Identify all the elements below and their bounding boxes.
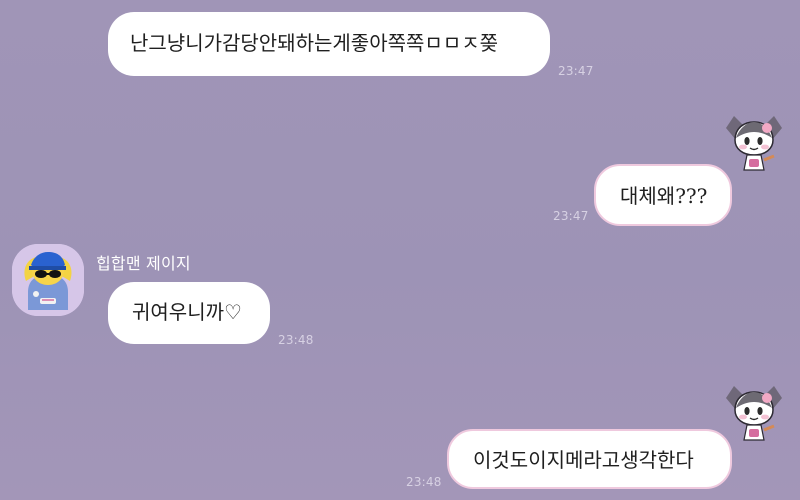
message-text-3: 귀여우니까♡ bbox=[132, 300, 242, 324]
message-bubble-4[interactable]: 이것도이지메라고생각한다 bbox=[447, 429, 732, 489]
message-bubble-3[interactable]: 귀여우니까♡ bbox=[108, 282, 270, 344]
kuromi-sticker-icon[interactable] bbox=[722, 380, 786, 444]
sender-name: 힙합맨 제이지 bbox=[96, 254, 191, 273]
avatar[interactable] bbox=[12, 244, 84, 316]
kuromi-sticker-icon[interactable] bbox=[722, 110, 786, 174]
message-text-4: 이것도이지메라고생각한다 bbox=[473, 448, 694, 472]
message-time-3: 23:48 bbox=[278, 333, 314, 347]
message-time-1: 23:47 bbox=[558, 64, 594, 78]
message-text-1: 난그냥니가감당안돼하는게좋아쪽쪽ㅁㅁㅈ쫒 bbox=[130, 31, 498, 55]
message-time-4: 23:48 bbox=[406, 475, 442, 489]
message-time-2: 23:47 bbox=[553, 209, 589, 223]
message-bubble-1[interactable]: 난그냥니가감당안돼하는게좋아쪽쪽ㅁㅁㅈ쫒 bbox=[108, 12, 550, 76]
message-bubble-2[interactable]: 대체왜??? bbox=[594, 164, 732, 226]
hiphop-character-avatar bbox=[12, 244, 84, 316]
chat-message-list: 난그냥니가감당안돼하는게좋아쪽쪽ㅁㅁㅈ쫒 23:47 대체왜??? 23:47 bbox=[0, 0, 800, 500]
message-text-2: 대체왜??? bbox=[620, 184, 708, 208]
